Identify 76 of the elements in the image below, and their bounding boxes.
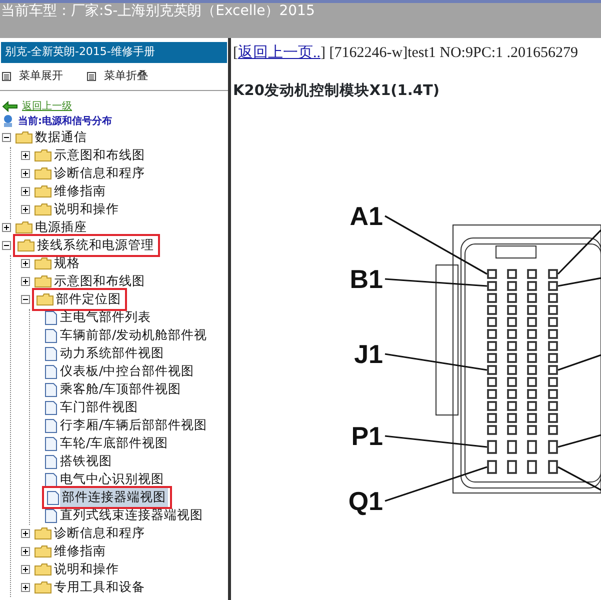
expand-icon[interactable]: [21, 277, 30, 286]
current-location: 当前:电源和信号分布: [18, 114, 112, 128]
expand-menu-link[interactable]: 菜单展开: [19, 68, 63, 84]
document-icon[interactable]: [44, 346, 58, 362]
expand-icon[interactable]: [21, 259, 30, 268]
document-icon[interactable]: [44, 310, 58, 326]
collapse-icon[interactable]: [2, 133, 11, 142]
tree-item[interactable]: 乘客舱/车顶部件视图: [58, 380, 184, 399]
back-link[interactable]: 返回上一级: [22, 98, 72, 114]
tree-item[interactable]: 动力系统部件视图: [58, 344, 166, 363]
tree-item[interactable]: 说明和操作: [52, 200, 121, 219]
pin-label: B1: [350, 264, 383, 294]
expand-icon[interactable]: [2, 223, 11, 232]
page-title: K20发动机控制模块X1(1.4T): [233, 82, 441, 100]
tree-item[interactable]: 专用工具和设备: [52, 578, 147, 597]
expand-icon[interactable]: [21, 151, 30, 160]
expand-icon[interactable]: [21, 205, 30, 214]
tree-item[interactable]: 示意图和布线图: [52, 272, 147, 291]
list-icon[interactable]: [2, 72, 11, 80]
leader-line: [558, 277, 601, 288]
document-icon[interactable]: [44, 472, 58, 488]
tree-item[interactable]: 车轮/车底部件视图: [58, 434, 170, 453]
folder-icon[interactable]: [17, 239, 35, 252]
expand-icon[interactable]: [21, 565, 30, 574]
tree-item[interactable]: 诊断信息和程序: [52, 524, 147, 543]
pin-label: P1: [351, 421, 383, 452]
tree-item[interactable]: 说明和操作: [52, 560, 121, 579]
expand-icon[interactable]: [21, 583, 30, 592]
page-info: [返回上一页..] [7162246-w]test1 NO:9PC:1 .201656279: [233, 44, 579, 63]
back-page-link[interactable]: 返回上一页..: [238, 45, 320, 61]
document-icon[interactable]: [44, 328, 58, 344]
document-icon[interactable]: [44, 382, 58, 398]
tree-item[interactable]: 电气中心识别视图: [58, 470, 166, 489]
leader-line: [558, 434, 601, 448]
collapse-icon[interactable]: [2, 241, 11, 250]
tree-item[interactable]: 搭铁视图: [58, 452, 114, 471]
tree-item[interactable]: 仪表板/中控台部件视图: [58, 362, 196, 381]
document-icon[interactable]: [44, 364, 58, 380]
collapse-menu-link[interactable]: 菜单折叠: [104, 68, 148, 84]
tree-item[interactable]: 行李厢/车辆后部部件视图: [58, 416, 210, 435]
document-icon[interactable]: [44, 454, 58, 470]
expand-icon[interactable]: [21, 169, 30, 178]
tree-item[interactable]: 主电气部件列表: [58, 308, 153, 327]
tree-item[interactable]: 车辆前部/发动机舱部件视: [58, 326, 210, 345]
tree-item[interactable]: 诊断信息和程序: [52, 164, 147, 183]
expand-icon[interactable]: [21, 547, 30, 556]
pin-label: A1: [350, 201, 383, 232]
document-icon[interactable]: [44, 508, 58, 524]
tree-item[interactable]: 部件定位图: [54, 290, 123, 309]
pin-label: J1: [354, 339, 383, 370]
tree-item[interactable]: 电源插座: [33, 218, 89, 237]
folder-icon[interactable]: [36, 293, 54, 306]
document-icon[interactable]: [44, 418, 58, 434]
back-arrow-icon[interactable]: [2, 100, 18, 112]
node-icon: [2, 114, 14, 128]
pin-label: Q1: [348, 486, 383, 516]
expand-icon[interactable]: [21, 187, 30, 196]
leader-line: [557, 230, 601, 275]
tree-item[interactable]: 规格: [52, 254, 82, 273]
manual-title: 别克-全新英朗-2015-维修手册: [1, 42, 227, 62]
tree-item[interactable]: 数据通信: [33, 128, 89, 147]
document-icon[interactable]: [44, 436, 58, 452]
tree-item[interactable]: 车门部件视图: [58, 398, 140, 417]
leader-line: [558, 466, 601, 491]
collapse-icon[interactable]: [21, 295, 30, 304]
tree-item[interactable]: 维修指南: [52, 542, 108, 561]
tree-item[interactable]: 部件连接器端视图: [60, 488, 168, 507]
tree-item[interactable]: 示意图和布线图: [52, 146, 147, 165]
header-title: 当前车型：厂家:S-上海别克英朗（Excelle）2015: [1, 3, 315, 19]
document-icon[interactable]: [44, 400, 58, 416]
tree-item[interactable]: 直列式线束连接器端视图: [58, 506, 205, 525]
list-icon[interactable]: [87, 72, 96, 80]
tree-item[interactable]: 维修指南: [52, 182, 108, 201]
tree-item[interactable]: 接线系统和电源管理: [35, 236, 156, 255]
expand-icon[interactable]: [21, 529, 30, 538]
leader-line: [558, 354, 601, 371]
